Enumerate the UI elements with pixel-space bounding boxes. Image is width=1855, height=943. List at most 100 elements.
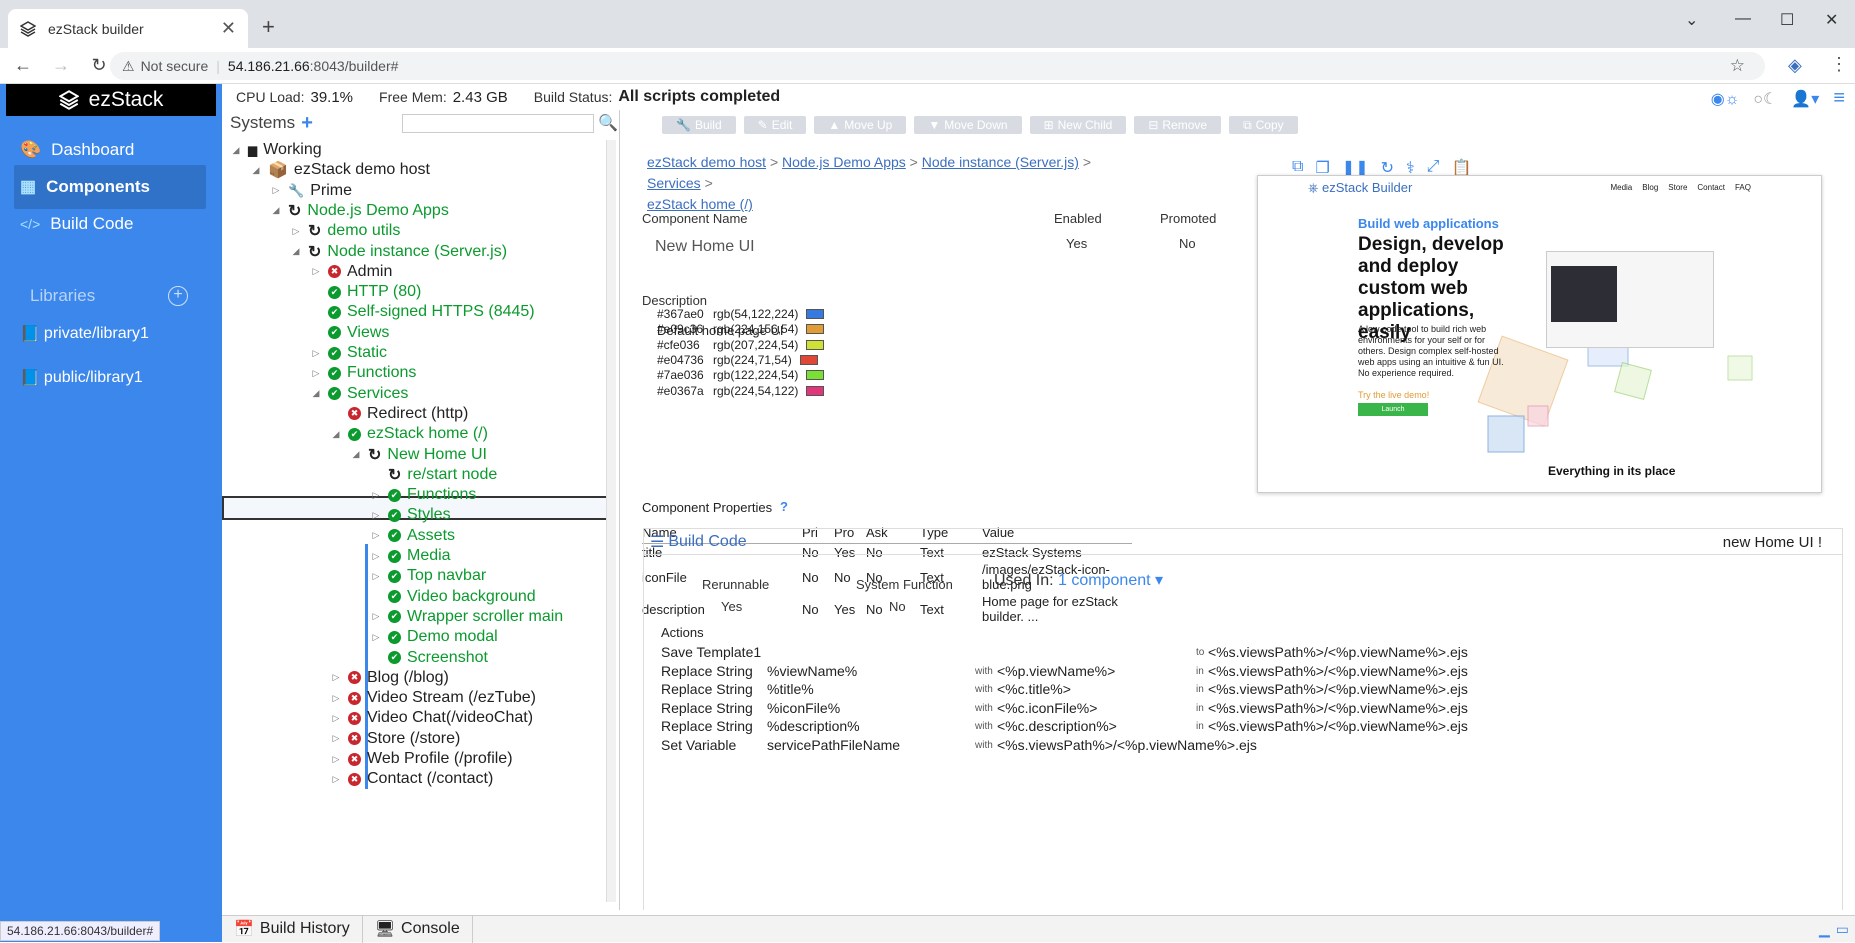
minimize-icon[interactable]: — bbox=[1735, 10, 1751, 28]
action-target: <%s.viewsPath%>/<%p.viewName%>.ejs bbox=[1208, 718, 1468, 735]
collapsed-caret-icon[interactable]: ▷ bbox=[330, 672, 342, 683]
breadcrumb-link[interactable]: Node instance (Server.js) bbox=[922, 154, 1079, 170]
preview-footer-heading: Everything in its place bbox=[1548, 464, 1676, 478]
component-name-value: New Home UI bbox=[655, 238, 755, 255]
collapsed-caret-icon[interactable]: ▷ bbox=[370, 490, 382, 501]
expanded-caret-icon[interactable]: ◢ bbox=[270, 205, 282, 216]
address-bar[interactable]: ⚠ Not secure | 54.186.21.66 :8043/builde… bbox=[110, 52, 1765, 80]
tree-search-input[interactable] bbox=[402, 114, 594, 133]
used-in-dropdown[interactable]: 1 component ▾ bbox=[1058, 572, 1163, 589]
add-library-icon[interactable]: + bbox=[168, 286, 188, 306]
error-circle-icon: ✖ bbox=[348, 691, 361, 705]
check-circle-icon: ✔ bbox=[388, 630, 401, 644]
expanded-caret-icon[interactable]: ◢ bbox=[350, 449, 362, 460]
light-theme-radio-icon[interactable]: ◉☼ bbox=[1711, 89, 1740, 109]
collapsed-caret-icon[interactable]: ▷ bbox=[290, 226, 302, 237]
collapsed-caret-icon[interactable]: ▷ bbox=[310, 368, 322, 379]
code-list-icon: ☰ bbox=[650, 533, 665, 551]
action-row[interactable]: Set Variable servicePathFileName with <%s.v… bbox=[661, 737, 1841, 756]
actions-label: Actions bbox=[661, 625, 704, 640]
build-code-section: ☰ Build Code new Home UI ! Rerunnable Ye… bbox=[643, 528, 1843, 910]
edit-button[interactable]: ✎ Edit bbox=[743, 116, 807, 134]
tree-node-label: New Home UI bbox=[387, 445, 487, 463]
action-row[interactable]: Save Template1 to <%s.viewsPath%>/<%p.view… bbox=[661, 644, 1841, 663]
breadcrumb-link[interactable]: Services bbox=[647, 175, 701, 191]
library-label: public/library1 bbox=[43, 369, 143, 386]
new-child-button[interactable]: ⊞ New Child bbox=[1029, 116, 1127, 134]
collapsed-caret-icon[interactable]: ▷ bbox=[330, 693, 342, 704]
search-icon[interactable]: 🔍 bbox=[598, 113, 618, 133]
expanded-caret-icon[interactable]: ◢ bbox=[310, 388, 322, 399]
tab-build-history[interactable]: 📅 Build History bbox=[222, 915, 363, 943]
check-circle-icon: ✔ bbox=[388, 651, 401, 664]
move-down-label: Move Down bbox=[944, 118, 1008, 132]
expanded-caret-icon[interactable]: ◢ bbox=[290, 246, 302, 257]
collapsed-caret-icon[interactable]: ▷ bbox=[370, 551, 382, 562]
collapsed-caret-icon[interactable]: ▷ bbox=[370, 611, 382, 622]
library-item[interactable]: 📘 public/library1 bbox=[20, 368, 143, 388]
close-window-icon[interactable]: ✕ bbox=[1825, 10, 1838, 30]
add-system-icon[interactable]: + bbox=[301, 112, 313, 135]
expanded-caret-icon[interactable]: ◢ bbox=[230, 145, 242, 156]
collapsed-caret-icon[interactable]: ▷ bbox=[370, 530, 382, 541]
nav-build-code[interactable]: </> Build Code bbox=[14, 202, 206, 246]
expanded-caret-icon[interactable]: ◢ bbox=[250, 165, 262, 176]
back-icon[interactable]: ← bbox=[8, 55, 38, 76]
package-icon: 📦 bbox=[268, 162, 288, 180]
tree-node-label: Node.js Demo Apps bbox=[307, 201, 449, 219]
collapsed-caret-icon[interactable]: ▷ bbox=[330, 713, 342, 724]
remove-button[interactable]: ⊟ Remove bbox=[1134, 116, 1222, 134]
expanded-caret-icon[interactable]: ◢ bbox=[330, 429, 342, 440]
help-icon[interactable]: ? bbox=[780, 499, 788, 514]
collapsed-caret-icon[interactable]: ▷ bbox=[310, 348, 322, 359]
maximize-panel-icon[interactable]: ▭ bbox=[1836, 921, 1849, 938]
collapsed-caret-icon[interactable]: ▷ bbox=[370, 571, 382, 582]
collapsed-caret-icon[interactable]: ▷ bbox=[270, 185, 282, 196]
action-row[interactable]: Replace String %iconFile% with <%c.iconFile… bbox=[661, 700, 1841, 719]
move-down-button[interactable]: ▼ Move Down bbox=[914, 116, 1022, 134]
tab-console[interactable]: 🖥 Console bbox=[363, 915, 473, 943]
build-button[interactable]: 🔧 Build bbox=[662, 116, 736, 134]
collapsed-caret-icon[interactable]: ▷ bbox=[330, 733, 342, 744]
action-row[interactable]: Replace String %description% with <%c.descr… bbox=[661, 718, 1841, 737]
color-rgb: rgb(224,54,122) bbox=[713, 383, 799, 398]
profile-menu-icon[interactable]: ⌄ bbox=[1685, 10, 1698, 30]
minimize-panel-icon[interactable]: ▁ bbox=[1819, 921, 1830, 938]
breadcrumb-link[interactable]: ezStack home (/) bbox=[647, 196, 753, 212]
action-row[interactable]: Replace String %title% with <%c.title%> in <%… bbox=[661, 681, 1841, 700]
with-keyword: with bbox=[975, 684, 993, 696]
browser-tab[interactable]: ezStack builder ✕ bbox=[8, 9, 248, 48]
tree-scrollbar[interactable] bbox=[606, 140, 616, 902]
forward-icon[interactable]: → bbox=[46, 55, 76, 76]
dark-theme-radio-icon[interactable]: ○☾ bbox=[1753, 89, 1777, 109]
tree-node[interactable]: ▷ ✖ Contact (/contact) bbox=[330, 767, 494, 791]
action-name: Replace String bbox=[661, 699, 753, 716]
page-preview[interactable]: ⎈ ezStack Builder Media Blog Store Conta… bbox=[1257, 175, 1822, 493]
breadcrumb-link[interactable]: ezStack demo host bbox=[647, 154, 766, 170]
browser-menu-icon[interactable]: ⋮ bbox=[1830, 54, 1848, 75]
user-icon[interactable]: 👤▾ bbox=[1791, 89, 1819, 109]
systems-tree-panel: Systems + 🔍 ◢ ▆ Working ◢ 📦 ezStack demo host… bbox=[222, 110, 620, 910]
cpu-value: 39.1% bbox=[310, 88, 354, 106]
collapsed-caret-icon[interactable]: ▷ bbox=[310, 266, 322, 277]
extension-icon[interactable]: ◈ bbox=[1788, 55, 1802, 76]
move-up-button[interactable]: ▲ Move Up bbox=[814, 116, 907, 134]
app-logo[interactable]: ezStack bbox=[6, 84, 216, 116]
action-row[interactable]: Replace String %viewName% with <%p.viewName… bbox=[661, 663, 1841, 682]
url-path: :8043/builder# bbox=[309, 58, 399, 74]
with-keyword: with bbox=[975, 721, 993, 733]
collapsed-caret-icon[interactable]: ▷ bbox=[370, 632, 382, 643]
tab-close-icon[interactable]: ✕ bbox=[221, 18, 236, 39]
maximize-icon[interactable]: ☐ bbox=[1780, 10, 1794, 30]
copy-button[interactable]: ⧉ Copy bbox=[1229, 116, 1298, 134]
new-tab-icon[interactable]: + bbox=[262, 14, 275, 40]
bottom-panel-bar: 📅 Build History 🖥 Console ▁ ▭ bbox=[222, 915, 1855, 943]
bookmark-star-icon[interactable]: ☆ bbox=[1730, 56, 1745, 76]
check-circle-icon: ✔ bbox=[388, 569, 401, 583]
collapsed-caret-icon[interactable]: ▷ bbox=[370, 510, 382, 521]
breadcrumb-link[interactable]: Node.js Demo Apps bbox=[782, 154, 906, 170]
collapsed-caret-icon[interactable]: ▷ bbox=[330, 774, 342, 785]
collapsed-caret-icon[interactable]: ▷ bbox=[330, 754, 342, 765]
library-item[interactable]: 📘 private/library1 bbox=[20, 324, 149, 344]
hamburger-menu-icon[interactable]: ≡ bbox=[1833, 87, 1845, 110]
